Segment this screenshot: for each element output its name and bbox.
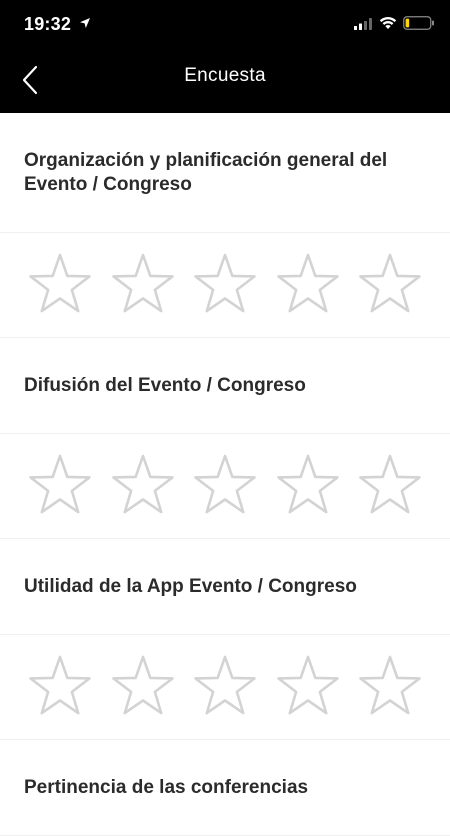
star-4-icon[interactable]	[275, 452, 341, 518]
star-3-icon[interactable]	[192, 452, 258, 518]
star-3-icon[interactable]	[192, 251, 258, 317]
star-4-icon[interactable]	[275, 653, 341, 719]
battery-low-icon	[403, 16, 434, 30]
question-text: Utilidad de la App Evento / Congreso	[24, 575, 357, 597]
star-2-icon[interactable]	[110, 251, 176, 317]
question-text: Organización y planificación general del…	[24, 149, 388, 195]
question-text: Difusión del Evento / Congreso	[24, 374, 306, 396]
star-1-icon[interactable]	[27, 251, 93, 317]
status-time: 19:32	[24, 14, 72, 34]
star-2-icon[interactable]	[110, 653, 176, 719]
star-4-icon[interactable]	[275, 251, 341, 317]
question-2: Utilidad de la App Evento / Congreso	[0, 539, 450, 635]
location-arrow-icon	[80, 18, 90, 28]
star-5-icon[interactable]	[357, 452, 423, 518]
rating-1	[0, 434, 450, 539]
cellular-signal-icon	[354, 18, 372, 30]
page-title: Encuesta	[184, 65, 266, 86]
question-0: Organización y planificación general del…	[0, 113, 450, 233]
navigation-bar: Encuesta	[0, 48, 450, 113]
star-2-icon[interactable]	[110, 452, 176, 518]
question-text: Pertinencia de las conferencias	[24, 776, 309, 798]
wifi-icon	[379, 17, 397, 29]
star-5-icon[interactable]	[357, 653, 423, 719]
star-1-icon[interactable]	[27, 653, 93, 719]
star-3-icon[interactable]	[192, 653, 258, 719]
survey-list: Organización y planificación general del…	[0, 113, 450, 836]
question-3: Pertinencia de las conferencias	[0, 740, 450, 836]
question-1: Difusión del Evento / Congreso	[0, 338, 450, 434]
star-5-icon[interactable]	[357, 251, 423, 317]
star-1-icon[interactable]	[27, 452, 93, 518]
rating-0	[0, 233, 450, 338]
rating-2	[0, 635, 450, 740]
status-bar: 19:32	[0, 0, 450, 48]
